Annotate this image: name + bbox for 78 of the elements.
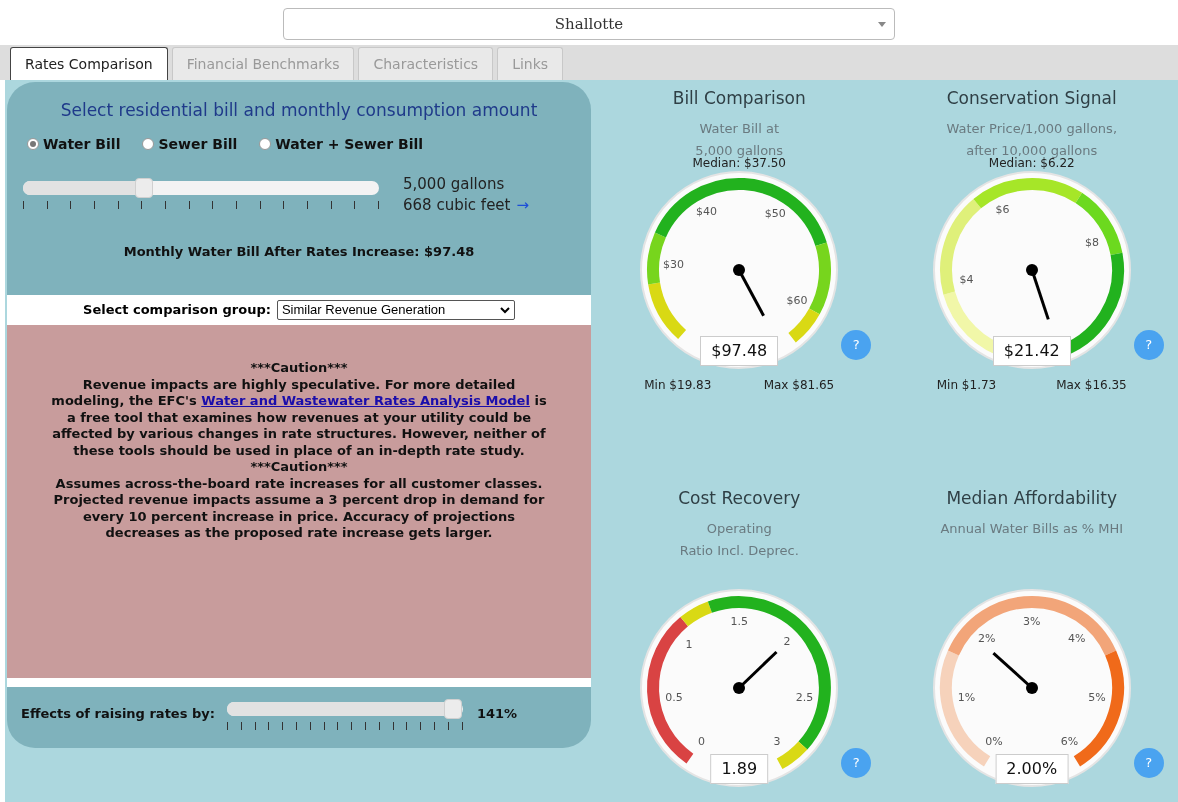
tick-label: $40 xyxy=(696,203,718,220)
help-button[interactable]: ? xyxy=(1133,747,1164,778)
cubic-feet-label: 668 cubic feet xyxy=(403,194,511,216)
gauge-needle xyxy=(733,263,766,316)
max-label: Max $81.65 xyxy=(763,376,835,394)
tab[interactable]: Links xyxy=(497,47,564,80)
help-button[interactable]: ? xyxy=(1133,329,1164,360)
gauge-subtitle: Water Bill at xyxy=(699,119,779,138)
tick-label: 3% xyxy=(1023,613,1041,630)
arrow-link[interactable]: → xyxy=(516,194,530,216)
tick-label: $30 xyxy=(662,256,684,273)
slider-track[interactable] xyxy=(226,702,463,716)
tick-label: 0.5 xyxy=(665,689,683,706)
tick-label: 0 xyxy=(698,733,706,750)
caution-text: Revenue impacts are highly speculative. For more detailed modeling, the EFC's Water and Wastewater Rates Analysis Model is a free tool that examines how revenues at your utility could be affected by various changes in rate structures. However, neither of these tools should be used in place of an in-depth rate study. xyxy=(50,376,548,459)
radio-label: Water Bill xyxy=(43,134,121,154)
gauge-title: Bill Comparison xyxy=(672,87,806,110)
min-label: Min $1.73 xyxy=(936,376,997,394)
caret-icon xyxy=(878,21,886,27)
tick-label: 6% xyxy=(1060,733,1079,750)
location-select[interactable]: Shallotte xyxy=(283,8,895,40)
gauge-title: Median Affordability xyxy=(946,487,1118,511)
slider-thumb[interactable] xyxy=(444,699,463,719)
min-label: Min $19.83 xyxy=(644,376,712,394)
gauge-title: Cost Recovery xyxy=(678,487,801,511)
rate-increase-label: Effects of raising rates by: xyxy=(21,705,215,723)
tab[interactable]: Financial Benchmarks xyxy=(171,47,355,80)
tick-label: $4 xyxy=(959,271,974,288)
tick-label: 3 xyxy=(773,733,781,750)
radio-button[interactable] xyxy=(27,138,39,150)
gauge-title: Conservation Signal xyxy=(946,87,1117,110)
tick-label: $8 xyxy=(1085,234,1100,251)
gauge-value: $97.48 xyxy=(700,335,779,366)
tab[interactable]: Rates Comparison xyxy=(10,47,168,80)
slider-track[interactable] xyxy=(23,180,379,195)
gauge-subtitle: Ratio Incl. Deprec. xyxy=(679,541,799,560)
help-button[interactable]: ? xyxy=(841,747,872,778)
gauge-subtitle: Operating xyxy=(706,519,772,538)
tick-label: 1.5 xyxy=(730,613,748,630)
comparison-group-select[interactable]: Similar Revenue Generation xyxy=(276,300,515,320)
tick-label: 1 xyxy=(685,636,693,653)
tick-label: $60 xyxy=(786,293,808,310)
tick-label: 2% xyxy=(978,631,996,648)
slider-thumb[interactable] xyxy=(135,177,154,198)
caution-heading: ***Caution*** xyxy=(250,459,348,476)
tab[interactable]: Characteristics xyxy=(358,47,494,80)
radio-button[interactable] xyxy=(259,138,272,150)
radio-label: Sewer Bill xyxy=(158,134,238,154)
caution-heading: ***Caution*** xyxy=(250,360,348,377)
max-label: Max $16.35 xyxy=(1056,376,1127,394)
monthly-bill-label: Monthly Water Bill After Rates Increase: $97.48 xyxy=(123,242,475,261)
median-label: Median: $6.22 xyxy=(988,155,1075,170)
caution-text: Assumes across-the-board rate increases for all customer classes. Projected revenue impacts assume a 3 percent drop in demand for every 10 percent increase in price. Accuracy of projections decreases as the proposed rate increase gets larger. xyxy=(52,475,546,542)
gauge-needle xyxy=(733,650,778,694)
tick-label: $6 xyxy=(995,202,1010,219)
tick-label: 2 xyxy=(783,633,791,650)
gauge-value: 1.89 xyxy=(710,753,769,784)
gauge-needle xyxy=(1025,263,1050,320)
gauge-value: $21.42 xyxy=(992,335,1071,366)
rate-increase-value: 141% xyxy=(476,705,518,723)
tick-label: 0% xyxy=(985,733,1003,750)
panel-title: Select residential bill and monthly consumption amount xyxy=(60,99,538,122)
gauge-subtitle: Annual Water Bills as % MHI xyxy=(940,519,1124,538)
model-link[interactable]: Water and Wastewater Rates Analysis Model xyxy=(201,393,530,408)
tick-label: $50 xyxy=(764,205,786,222)
tick-label: 5% xyxy=(1088,689,1106,706)
radio-button[interactable] xyxy=(142,138,155,150)
gauge-needle xyxy=(992,651,1038,694)
tick-label: 1% xyxy=(957,689,976,706)
gauge-subtitle: Water Price/1,000 gallons, xyxy=(946,119,1117,138)
chevron-icon xyxy=(499,306,510,314)
radio-label: Water + Sewer Bill xyxy=(275,134,424,154)
comparison-group-label: Select comparison group: xyxy=(83,301,271,320)
tick-label: 2.5 xyxy=(795,689,814,706)
gallons-label: 5,000 gallons xyxy=(403,173,506,195)
gauge-value: 2.00% xyxy=(995,753,1069,784)
tick-label: 4% xyxy=(1067,631,1086,648)
help-button[interactable]: ? xyxy=(841,329,872,360)
